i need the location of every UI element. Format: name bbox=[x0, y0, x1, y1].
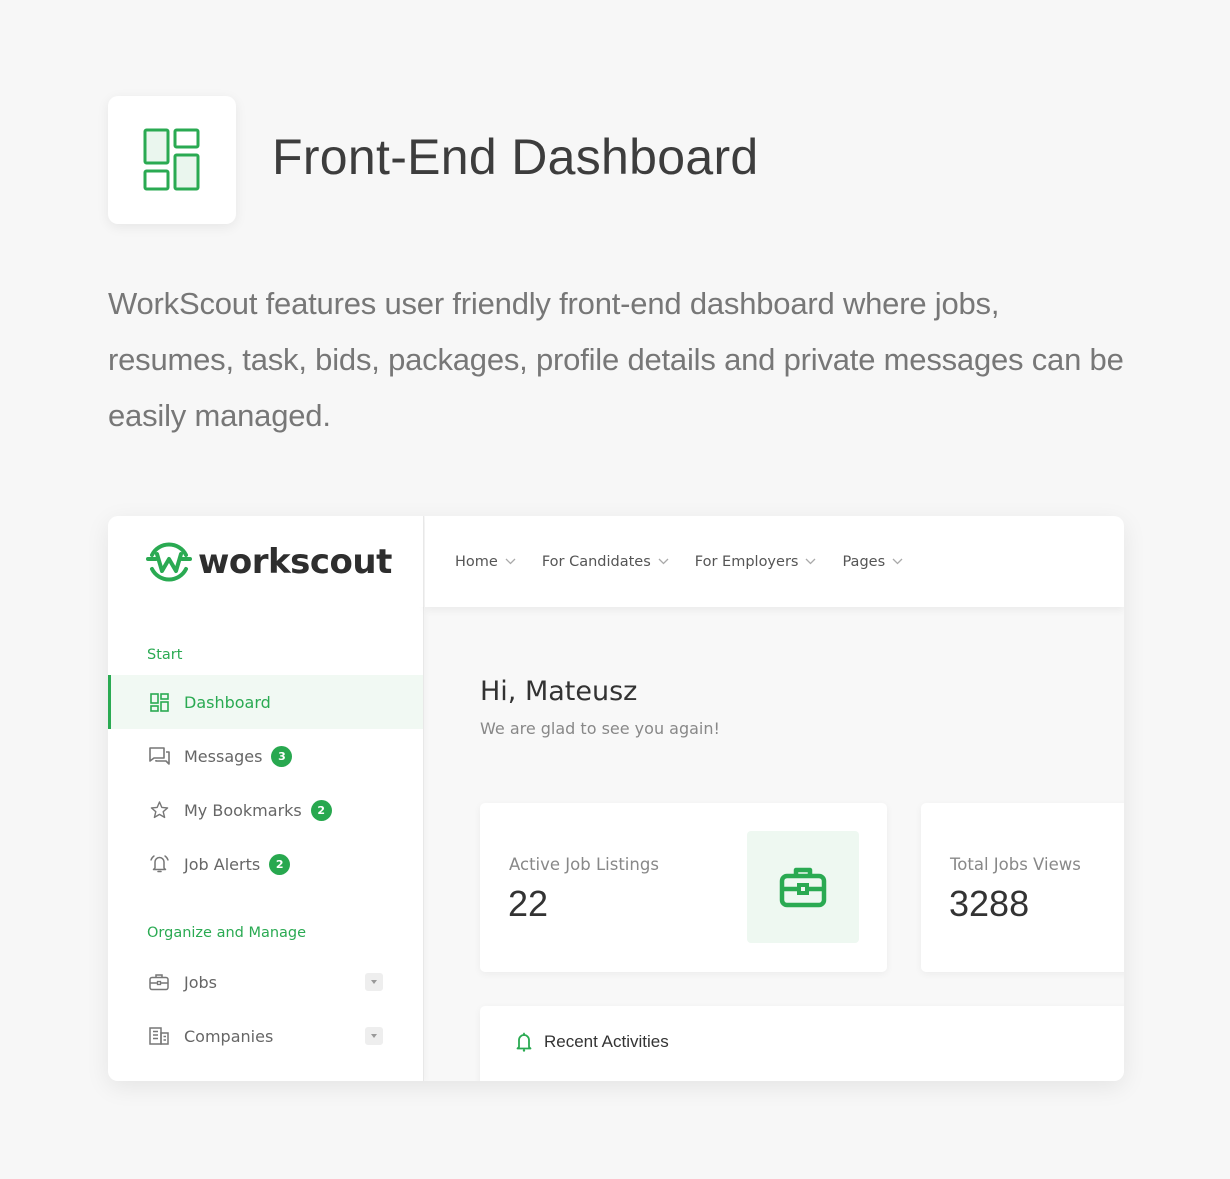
chevron-down-icon bbox=[658, 558, 669, 565]
nav-home[interactable]: Home bbox=[455, 554, 516, 570]
nav-label: For Employers bbox=[694, 553, 799, 570]
recent-activities-panel: Recent Activities bbox=[480, 1006, 1124, 1081]
chevron-down-icon bbox=[505, 558, 516, 565]
briefcase-icon bbox=[148, 971, 170, 993]
stat-label: Total Jobs Views bbox=[950, 855, 1081, 874]
nav-pages[interactable]: Pages bbox=[842, 554, 903, 570]
logo-text: workscout bbox=[198, 541, 392, 582]
stat-label: Active Job Listings bbox=[509, 855, 659, 874]
chevron-down-icon bbox=[892, 558, 903, 565]
expand-toggle[interactable] bbox=[365, 1027, 383, 1045]
bell-icon bbox=[516, 1032, 532, 1052]
dashboard-preview: workscout Home For Candidates For Employ… bbox=[108, 516, 1124, 1081]
sidebar-item-companies[interactable]: Companies bbox=[108, 1009, 423, 1063]
nav-label: Home bbox=[455, 553, 498, 570]
sidebar-heading-start: Start bbox=[147, 647, 183, 663]
feature-title: Front-End Dashboard bbox=[272, 129, 759, 185]
workscout-logo-icon bbox=[146, 541, 192, 582]
nav-label: For Candidates bbox=[541, 553, 651, 570]
greeting-subtitle: We are glad to see you again! bbox=[480, 719, 720, 738]
star-icon bbox=[148, 799, 170, 821]
stat-value: 3288 bbox=[949, 883, 1030, 924]
sidebar-item-label: My Bookmarks bbox=[184, 800, 302, 820]
nav-label: Pages bbox=[842, 553, 886, 570]
sidebar-heading-organize: Organize and Manage bbox=[147, 925, 307, 941]
bell-icon bbox=[148, 853, 170, 875]
logo[interactable]: workscout bbox=[108, 516, 424, 607]
sidebar-item-label: Messages bbox=[184, 746, 263, 766]
sidebar-item-label: Jobs bbox=[184, 972, 217, 992]
recent-activities-header: Recent Activities bbox=[516, 1032, 669, 1052]
unread-badge: 3 bbox=[271, 745, 293, 767]
sidebar-item-job-alerts[interactable]: Job Alerts 2 bbox=[108, 837, 423, 891]
stat-icon-box bbox=[747, 831, 859, 943]
sidebar-item-my-bookmarks[interactable]: My Bookmarks 2 bbox=[108, 783, 423, 837]
top-navigation: Home For Candidates For Employers Pages bbox=[425, 516, 1124, 607]
briefcase-icon bbox=[779, 867, 827, 908]
dashboard-icon bbox=[148, 691, 170, 713]
stat-card-active-job-listings: Active Job Listings 22 bbox=[480, 803, 887, 972]
recent-activities-title: Recent Activities bbox=[544, 1032, 669, 1051]
sidebar-item-jobs[interactable]: Jobs bbox=[108, 955, 423, 1009]
sidebar-item-dashboard[interactable]: Dashboard bbox=[108, 675, 423, 729]
stat-card-total-jobs-views: Total Jobs Views 3288 bbox=[921, 803, 1124, 972]
chevron-down-icon bbox=[806, 558, 816, 565]
dashboard-layout-icon bbox=[143, 128, 200, 191]
sidebar-item-label: Companies bbox=[184, 1026, 274, 1046]
nav-for-candidates[interactable]: For Candidates bbox=[542, 554, 669, 570]
sidebar-item-messages[interactable]: Messages 3 bbox=[108, 729, 423, 783]
feature-description: WorkScout features user friendly front-e… bbox=[108, 286, 1124, 433]
sidebar-item-label: Job Alerts bbox=[184, 854, 261, 874]
messages-icon bbox=[148, 745, 170, 767]
count-badge: 2 bbox=[269, 853, 291, 875]
expand-toggle[interactable] bbox=[365, 973, 383, 991]
sidebar: Start Dashboard Messages 3 My Bookmarks … bbox=[108, 607, 424, 1081]
stat-value: 22 bbox=[508, 883, 549, 924]
feature-icon-box bbox=[108, 96, 236, 224]
count-badge: 2 bbox=[310, 799, 332, 821]
building-icon bbox=[148, 1025, 170, 1047]
sidebar-item-label: Dashboard bbox=[184, 692, 271, 712]
nav-for-employers[interactable]: For Employers bbox=[695, 554, 817, 570]
greeting-title: Hi, Mateusz bbox=[480, 676, 638, 707]
